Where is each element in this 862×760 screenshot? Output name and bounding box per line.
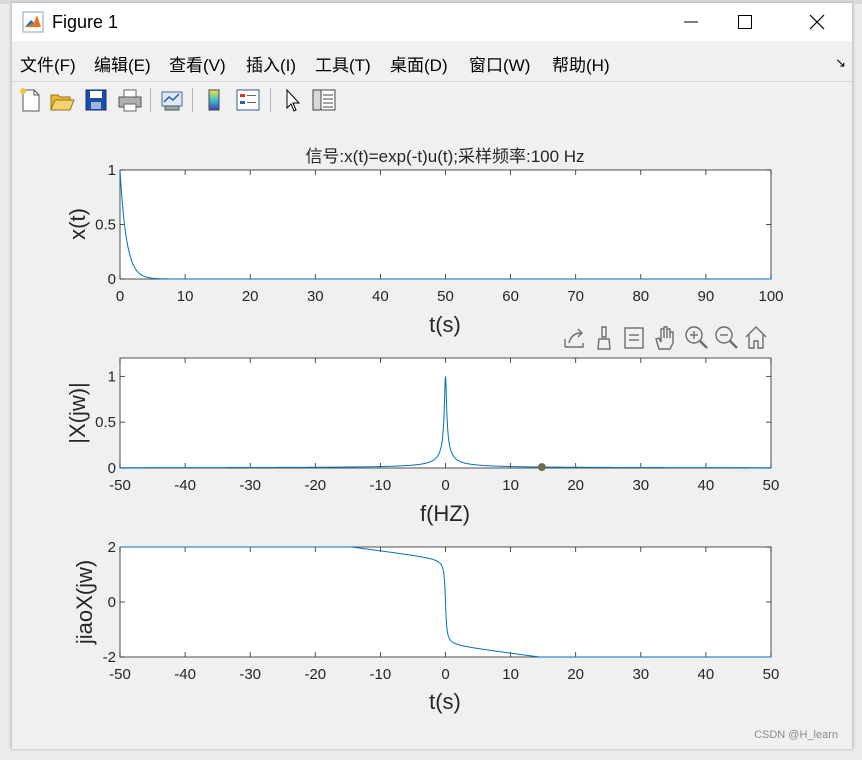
property-inspector-icon[interactable] xyxy=(310,86,338,114)
x-tick-label: 10 xyxy=(177,288,194,305)
x-tick-label: -20 xyxy=(304,477,326,494)
subplot-1: 信号:x(t)=exp(-t)u(t);采样频率:100 Hz 0 10 20 30 4… xyxy=(65,147,784,337)
figure-window: Figure 1 文件(F) 编辑(E) 查看(V) 插入(I) 工具(T) 桌… xyxy=(11,3,853,749)
x-tick-label: 30 xyxy=(632,477,649,494)
y-tick-label: 1 xyxy=(108,368,116,385)
x-tick-label: -30 xyxy=(239,477,261,494)
x-tick-label: 50 xyxy=(763,477,780,494)
x-tick-label: -40 xyxy=(174,666,196,683)
x-tick-label: 60 xyxy=(502,288,519,305)
menu-desktop[interactable]: 桌面(D) xyxy=(390,51,448,76)
axes-1-title: 信号:x(t)=exp(-t)u(t);采样频率:100 Hz xyxy=(305,147,584,166)
pan-icon[interactable] xyxy=(655,326,674,350)
home-icon[interactable] xyxy=(745,326,767,349)
axes-3-xlabel: t(s) xyxy=(429,689,461,714)
x-tick-label: 0 xyxy=(441,666,449,683)
x-tick-label: 0 xyxy=(116,288,124,305)
x-tick-label: 30 xyxy=(632,666,649,683)
y-tick-label: 0 xyxy=(108,594,116,611)
axes-2-xlabel: f(HZ) xyxy=(420,501,470,526)
x-tick-label: 20 xyxy=(567,477,584,494)
y-tick-label: 0 xyxy=(108,460,116,477)
x-tick-label: 50 xyxy=(437,288,454,305)
x-tick-label: 40 xyxy=(698,666,715,683)
print-icon[interactable] xyxy=(116,86,144,114)
axes-2-ylabel: |X(jw)| xyxy=(65,382,90,444)
dock-arrow-icon[interactable]: ↘ xyxy=(835,55,846,71)
maximize-button[interactable] xyxy=(722,3,768,41)
x-tick-label: 30 xyxy=(307,288,324,305)
y-tick-label: 1 xyxy=(108,162,116,179)
pointer-icon[interactable] xyxy=(278,86,306,114)
x-tick-label: 70 xyxy=(567,288,584,305)
toolbar-separator xyxy=(150,88,151,112)
toolbar-separator xyxy=(270,88,271,112)
menu-view[interactable]: 查看(V) xyxy=(169,51,226,76)
x-tick-label: 100 xyxy=(758,288,783,305)
y-tick-label: 0.5 xyxy=(95,414,116,431)
close-icon xyxy=(809,14,825,30)
window-title: Figure 1 xyxy=(52,12,119,32)
figure-toolbar xyxy=(12,81,852,119)
x-tick-label: 40 xyxy=(698,477,715,494)
x-tick-label: 90 xyxy=(698,288,715,305)
x-tick-label: 20 xyxy=(567,666,584,683)
plot-area: 信号:x(t)=exp(-t)u(t);采样频率:100 Hz 0 10 20 30 4… xyxy=(65,147,784,714)
x-tick-label: 50 xyxy=(763,666,780,683)
zoom-out-icon[interactable] xyxy=(715,326,738,349)
menu-bar: 文件(F) 编辑(E) 查看(V) 插入(I) 工具(T) 桌面(D) 窗口(W… xyxy=(12,41,852,79)
x-tick-label: 80 xyxy=(632,288,649,305)
export-icon[interactable] xyxy=(564,328,584,348)
y-tick-label: 2 xyxy=(108,539,116,556)
brush-icon[interactable] xyxy=(597,326,611,350)
subplot-2: -50 -40 -30 -20 -10 0 10 20 30 40 50 0 0.5 1 f(HZ) |X… xyxy=(65,357,780,526)
title-bar: Figure 1 xyxy=(12,3,852,41)
menu-edit[interactable]: 编辑(E) xyxy=(94,51,151,76)
zoom-in-icon[interactable] xyxy=(685,326,708,349)
x-tick-label: 0 xyxy=(441,477,449,494)
x-tick-label: -40 xyxy=(174,477,196,494)
menu-tools[interactable]: 工具(T) xyxy=(315,51,371,76)
open-file-icon[interactable] xyxy=(48,86,76,114)
axes-3-ylabel: jiaoX(jw) xyxy=(72,560,97,645)
watermark: CSDN @H_learn xyxy=(754,729,838,741)
menu-insert[interactable]: 插入(I) xyxy=(246,51,296,76)
x-tick-label: -10 xyxy=(370,477,392,494)
x-tick-label: 10 xyxy=(502,477,519,494)
maximize-icon xyxy=(738,15,752,29)
minimize-icon xyxy=(684,21,698,23)
x-tick-label: -20 xyxy=(304,666,326,683)
toolbar-separator xyxy=(192,88,193,112)
y-tick-label: -2 xyxy=(103,649,116,666)
menu-window[interactable]: 窗口(W) xyxy=(469,51,530,76)
new-figure-icon[interactable] xyxy=(16,86,44,114)
axes-2-box[interactable] xyxy=(119,357,772,469)
minimize-button[interactable] xyxy=(668,3,714,41)
axes-toolbar xyxy=(564,326,767,350)
close-button[interactable] xyxy=(794,3,840,41)
y-tick-label: 0.5 xyxy=(95,217,116,234)
x-tick-label: 20 xyxy=(242,288,259,305)
axes-1-xlabel: t(s) xyxy=(429,312,461,337)
subplot-3: -50 -40 -30 -20 -10 0 10 20 30 40 50-202 t(s) jiao… xyxy=(72,539,779,714)
matlab-logo-icon xyxy=(22,11,44,33)
legend-icon[interactable] xyxy=(234,86,262,114)
x-tick-label: 40 xyxy=(372,288,389,305)
menu-file[interactable]: 文件(F) xyxy=(20,51,76,76)
x-tick-label: -50 xyxy=(109,477,131,494)
colorbar-icon[interactable] xyxy=(200,86,228,114)
y-tick-label: 0 xyxy=(108,271,116,288)
data-point-marker[interactable] xyxy=(537,463,546,472)
x-tick-label: -50 xyxy=(109,666,131,683)
axes-1-box[interactable] xyxy=(119,169,772,280)
axes-1-ylabel: x(t) xyxy=(65,208,90,240)
data-tips-icon[interactable] xyxy=(624,327,644,349)
x-tick-label: -10 xyxy=(370,666,392,683)
link-plot-icon[interactable] xyxy=(158,86,186,114)
save-icon[interactable] xyxy=(82,86,110,114)
figure-canvas[interactable]: 信号:x(t)=exp(-t)u(t);采样频率:100 Hz 0 10 20 30 4… xyxy=(12,118,852,749)
x-tick-label: -30 xyxy=(239,666,261,683)
x-tick-label: 10 xyxy=(502,666,519,683)
menu-help[interactable]: 帮助(H) xyxy=(552,51,610,76)
